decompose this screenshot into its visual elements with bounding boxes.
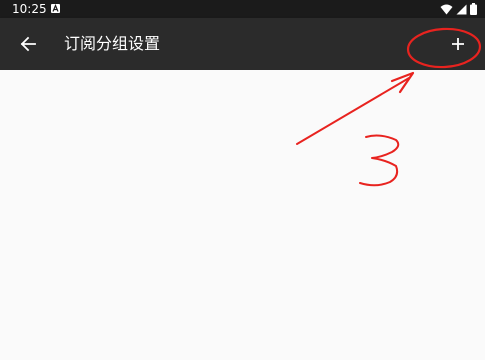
- status-icons: [440, 2, 477, 16]
- status-time: 10:25: [12, 2, 47, 16]
- add-group-button[interactable]: [442, 28, 474, 60]
- signal-icon: [456, 4, 467, 14]
- page-title: 订阅分组设置: [64, 34, 161, 53]
- battery-icon: [470, 3, 477, 15]
- arrow-back-icon: [20, 36, 36, 52]
- back-button[interactable]: [12, 28, 44, 60]
- wifi-icon: [440, 4, 453, 14]
- a-badge-icon: [51, 4, 60, 13]
- group-list-empty: [0, 70, 485, 360]
- plus-icon: [452, 38, 464, 50]
- status-bar: 10:25: [0, 0, 485, 18]
- screen: 10:25 订阅分组设置: [0, 0, 485, 360]
- app-bar: 订阅分组设置: [0, 18, 485, 70]
